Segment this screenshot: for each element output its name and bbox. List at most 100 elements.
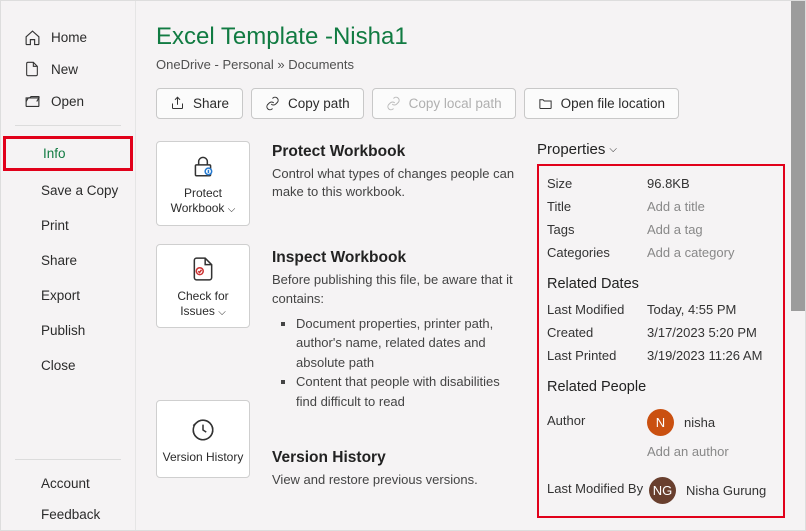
card-label: Version History — [163, 450, 244, 465]
backstage-sidebar: Home New Open Info Save a Copy Print Sha… — [1, 1, 136, 530]
lock-icon — [189, 152, 217, 180]
button-label: Copy local path — [409, 96, 502, 111]
folder-icon — [538, 96, 553, 111]
author-name: nisha — [684, 415, 715, 430]
nav-label: Open — [51, 94, 84, 109]
command-cards: Protect Workbook ⌵ Check for Issues ⌵ Ve… — [156, 141, 250, 518]
nav-label: New — [51, 62, 78, 77]
nav-label: Close — [41, 358, 76, 373]
nav-new[interactable]: New — [1, 53, 135, 85]
nav-print[interactable]: Print — [1, 208, 135, 243]
main-panel: Excel Template -Nisha1 OneDrive - Person… — [136, 1, 805, 530]
chevron-down-icon: ⌵ — [609, 144, 617, 155]
share-button[interactable]: Share — [156, 88, 243, 119]
section-description: View and restore previous versions. — [272, 471, 515, 489]
card-label: Protect Workbook ⌵ — [161, 186, 245, 217]
add-tag[interactable]: Add a tag — [647, 222, 783, 237]
nav-info-highlighted: Info — [3, 139, 133, 168]
inspect-bullet: Document properties, printer path, autho… — [296, 314, 515, 373]
sidebar-bottom: Account Feedback — [1, 468, 135, 530]
annotation-highlight: Size96.8KB TitleAdd a title TagsAdd a ta… — [537, 164, 785, 518]
nav-label: Print — [41, 218, 69, 233]
version-history-card[interactable]: Version History — [156, 400, 250, 478]
inspect-bullet: Content that people with disabilities fi… — [296, 372, 515, 411]
properties-label: Properties — [537, 141, 605, 158]
sidebar-divider — [15, 125, 121, 126]
link-icon — [265, 96, 280, 111]
nav-feedback[interactable]: Feedback — [1, 499, 135, 530]
sidebar-divider — [15, 459, 121, 460]
button-label: Share — [193, 96, 229, 111]
nav-label: Home — [51, 30, 87, 45]
prop-last-modified: Last ModifiedToday, 4:55 PM — [547, 298, 783, 321]
prop-last-modified-by: Last Modified By NG Nisha Gurung — [547, 469, 783, 508]
section-title: Inspect Workbook — [272, 249, 515, 267]
check-doc-icon — [189, 255, 217, 283]
link-icon — [386, 96, 401, 111]
nav-save-copy[interactable]: Save a Copy — [1, 173, 135, 208]
card-label: Check for Issues ⌵ — [161, 289, 245, 320]
modified-by-name: Nisha Gurung — [686, 483, 766, 498]
prop-size: Size96.8KB — [547, 172, 783, 195]
section-descriptions: Protect Workbook Control what types of c… — [272, 141, 515, 518]
avatar: NG — [649, 477, 676, 504]
sidebar-group: Save a Copy Print Share Export Publish C… — [1, 173, 135, 383]
nav-publish[interactable]: Publish — [1, 313, 135, 348]
document-title: Excel Template -Nisha1 — [156, 23, 785, 51]
nav-account[interactable]: Account — [1, 468, 135, 499]
nav-label: Export — [41, 288, 80, 303]
prop-created: Created3/17/2023 5:20 PM — [547, 321, 783, 344]
prop-last-printed: Last Printed3/19/2023 11:26 AM — [547, 344, 783, 367]
copy-path-button[interactable]: Copy path — [251, 88, 364, 119]
section-description: Control what types of changes people can… — [272, 165, 515, 201]
prop-categories: CategoriesAdd a category — [547, 241, 783, 264]
breadcrumb[interactable]: OneDrive - Personal » Documents — [156, 57, 785, 72]
content-area: Protect Workbook ⌵ Check for Issues ⌵ Ve… — [156, 141, 785, 518]
prop-title: TitleAdd a title — [547, 195, 783, 218]
nav-close[interactable]: Close — [1, 348, 135, 383]
open-file-location-button[interactable]: Open file location — [524, 88, 679, 119]
nav-label: Info — [43, 146, 66, 161]
nav-label: Share — [41, 253, 77, 268]
button-label: Open file location — [561, 96, 665, 111]
nav-label: Publish — [41, 323, 85, 338]
nav-home[interactable]: Home — [1, 21, 135, 53]
version-section: Version History View and restore previou… — [272, 449, 515, 489]
prop-author: Author N nisha — [547, 401, 783, 440]
nav-label: Save a Copy — [41, 183, 118, 198]
share-icon — [170, 96, 185, 111]
action-bar: Share Copy path Copy local path Open fil… — [156, 88, 785, 119]
properties-dropdown[interactable]: Properties ⌵ — [537, 141, 785, 158]
protect-section: Protect Workbook Control what types of c… — [272, 143, 515, 201]
prop-tags: TagsAdd a tag — [547, 218, 783, 241]
add-author[interactable]: Add an author — [647, 444, 729, 459]
nav-open[interactable]: Open — [1, 85, 135, 117]
copy-local-path-button: Copy local path — [372, 88, 516, 119]
add-title[interactable]: Add a title — [647, 199, 783, 214]
properties-panel: Properties ⌵ Size96.8KB TitleAdd a title… — [537, 141, 785, 518]
open-icon — [23, 92, 41, 110]
section-title: Protect Workbook — [272, 143, 515, 161]
inspect-section: Inspect Workbook Before publishing this … — [272, 249, 515, 411]
chevron-down-icon: ⌵ — [218, 307, 226, 318]
avatar: N — [647, 409, 674, 436]
nav-share[interactable]: Share — [1, 243, 135, 278]
related-dates-heading: Related Dates — [547, 276, 783, 292]
button-label: Copy path — [288, 96, 350, 111]
history-icon — [189, 416, 217, 444]
vertical-scrollbar[interactable] — [791, 1, 805, 311]
chevron-down-icon: ⌵ — [228, 204, 236, 215]
nav-info[interactable]: Info — [3, 139, 133, 168]
section-title: Version History — [272, 449, 515, 467]
add-category[interactable]: Add a category — [647, 245, 783, 260]
protect-workbook-card[interactable]: Protect Workbook ⌵ — [156, 141, 250, 226]
nav-label: Feedback — [41, 507, 100, 522]
section-description: Before publishing this file, be aware th… — [272, 271, 515, 307]
add-author-row: Add an author — [547, 440, 783, 463]
nav-label: Account — [41, 476, 90, 491]
check-issues-card[interactable]: Check for Issues ⌵ — [156, 244, 250, 329]
related-people-heading: Related People — [547, 379, 783, 395]
new-icon — [23, 60, 41, 78]
nav-export[interactable]: Export — [1, 278, 135, 313]
home-icon — [23, 28, 41, 46]
